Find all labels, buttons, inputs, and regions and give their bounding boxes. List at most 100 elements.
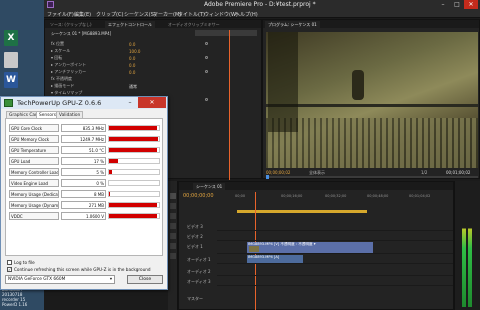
sensor-value: 17 % xyxy=(61,157,106,165)
title-bar: Adobe Premiere Pro - D:¥test.prproj * – … xyxy=(44,0,480,9)
menu-clip[interactable]: クリップ(C) xyxy=(96,11,123,18)
menu-file[interactable]: ファイル(F) xyxy=(47,11,74,18)
sensor-label[interactable]: Memory Usage (Dynamic) xyxy=(9,201,59,209)
sensor-graph xyxy=(108,136,160,142)
track-header-video-1[interactable]: ビデオ 1 xyxy=(179,242,217,254)
effect-value[interactable]: 通常 xyxy=(129,84,137,90)
audio-meter-left xyxy=(462,209,466,307)
video-frame xyxy=(266,32,478,168)
pen-tool-icon[interactable] xyxy=(170,243,176,249)
sensor-graph xyxy=(108,202,160,208)
track-header-master[interactable]: マスター xyxy=(179,294,217,303)
effect-value[interactable]: 100.0 xyxy=(129,49,140,54)
effect-value[interactable]: 0.0 xyxy=(129,42,135,47)
gpuz-title-bar[interactable]: TechPowerUp GPU-Z 0.6.6 – ✕ xyxy=(1,97,167,109)
sensor-label[interactable]: Memory Usage (Dedicated) xyxy=(9,190,59,198)
excel-icon[interactable]: X xyxy=(4,30,18,46)
effect-value[interactable]: 0.0 xyxy=(129,63,135,68)
log-to-file-checkbox[interactable] xyxy=(7,260,12,265)
maximize-button[interactable]: □ xyxy=(450,0,464,9)
menu-help[interactable]: ヘルプ(H) xyxy=(235,11,258,18)
tab-source[interactable]: ソース: (クリップなし) xyxy=(47,21,95,28)
tab-audio-mixer[interactable]: オーディオクリップミキサー xyxy=(165,21,223,28)
sensor-label[interactable]: GPU Core Clock xyxy=(9,124,59,132)
track-audio-3[interactable] xyxy=(217,277,453,286)
file-icon[interactable] xyxy=(4,52,18,68)
hand-tool-icon[interactable] xyxy=(170,253,176,259)
resolution-select[interactable]: 1/2 xyxy=(421,170,427,175)
selection-tool-icon[interactable] xyxy=(170,193,176,199)
sensor-graph xyxy=(108,125,160,131)
playhead[interactable] xyxy=(266,175,269,179)
effect-row: ▾ 回転 xyxy=(51,55,63,60)
continue-refresh-checkbox[interactable]: ✓ xyxy=(7,267,12,272)
program-tabs: プログラム: シーケンス 01 xyxy=(263,20,479,28)
gpuz-title: TechPowerUp GPU-Z 0.6.6 xyxy=(17,99,102,107)
track-video-3[interactable] xyxy=(217,222,453,231)
effect-value[interactable]: 0.0 xyxy=(129,56,135,61)
keyframe-icon[interactable] xyxy=(205,98,208,101)
app-title: Adobe Premiere Pro - D:¥test.prproj * xyxy=(204,1,316,8)
menu-marker[interactable]: マーカー(M) xyxy=(153,11,181,18)
audio-clip[interactable]: IMG8893.MP4 [A] xyxy=(247,255,303,263)
menu-sequence[interactable]: シーケンス(S) xyxy=(124,11,156,18)
gpuz-close-x-button[interactable]: ✕ xyxy=(138,97,166,108)
menu-window[interactable]: ウィンドウ(W) xyxy=(204,11,238,18)
keyframe-icon[interactable] xyxy=(205,56,208,59)
program-timecode[interactable]: 00;00;00;02 xyxy=(266,170,290,175)
sensor-row: Memory Usage (Dynamic) 271 MB xyxy=(9,201,161,210)
ripple-edit-tool-icon[interactable] xyxy=(170,213,176,219)
gpuz-close-button[interactable]: Close xyxy=(127,275,163,284)
track-video-2[interactable] xyxy=(217,232,453,241)
track-audio-1[interactable]: IMG8893.MP4 [A] xyxy=(217,255,453,264)
ruler-tick: 00;00;16;00 xyxy=(281,194,303,198)
gpuz-window: TechPowerUp GPU-Z 0.6.6 – ✕ Graphics Car… xyxy=(0,96,168,290)
effect-row: fx 不透明度 xyxy=(51,76,73,81)
sensor-label[interactable]: GPU Load xyxy=(9,157,59,165)
track-video-1[interactable]: IMG8893.MP4 [V] 不透明度 : 不透明度 ▾ xyxy=(217,242,453,254)
playhead[interactable] xyxy=(229,30,230,180)
sensor-label[interactable]: VDDC xyxy=(9,212,59,220)
tab-effect-controls[interactable]: エフェクトコントロール xyxy=(105,21,155,28)
track-header-audio-3[interactable]: オーディオ 3 xyxy=(179,277,217,286)
sensor-graph xyxy=(108,158,160,164)
effect-controls-tabs: ソース: (クリップなし) エフェクトコントロール オーディオクリップミキサー xyxy=(45,20,261,28)
tab-program[interactable]: プログラム: シーケンス 01 xyxy=(265,21,320,28)
effect-row: ▸ 描画モード xyxy=(51,83,75,88)
sensor-label[interactable]: Video Engine Load xyxy=(9,179,59,187)
track-header-video-2[interactable]: ビデオ 2 xyxy=(179,232,217,241)
scrubber[interactable] xyxy=(266,175,478,179)
sensor-value: 5 % xyxy=(61,168,106,176)
track-header-audio-2[interactable]: オーディオ 2 xyxy=(179,267,217,276)
continue-refresh-label: Continue refreshing this screen while GP… xyxy=(14,267,151,272)
keyframe-icon[interactable] xyxy=(205,42,208,45)
gpu-select[interactable]: NVIDIA GeForce GTX 660M ▾ xyxy=(5,275,115,284)
work-area-bar[interactable] xyxy=(237,210,367,213)
timeline-timecode[interactable]: 00;00;00;00 xyxy=(183,193,214,199)
menu-title[interactable]: タイトル(T) xyxy=(178,11,205,18)
tab-sequence[interactable]: シーケンス 01 xyxy=(193,183,226,190)
razor-tool-icon[interactable] xyxy=(170,223,176,229)
gpuz-minimize-button[interactable]: – xyxy=(123,97,137,108)
track-header-video-3[interactable]: ビデオ 3 xyxy=(179,222,217,231)
video-clip[interactable]: IMG8893.MP4 [V] 不透明度 : 不透明度 ▾ xyxy=(247,242,373,253)
sensor-row: GPU Core Clock 835.3 MHz xyxy=(9,124,161,133)
close-button[interactable]: ✕ xyxy=(464,0,478,9)
timeline-tabs: シーケンス 01 xyxy=(179,182,453,190)
slip-tool-icon[interactable] xyxy=(170,233,176,239)
sensor-label[interactable]: GPU Temperature xyxy=(9,146,59,154)
word-icon[interactable]: W xyxy=(4,72,18,88)
minimize-button[interactable]: – xyxy=(436,0,450,9)
sensor-graph xyxy=(108,169,160,175)
keyframe-icon[interactable] xyxy=(205,70,208,73)
menu-edit[interactable]: 編集(E) xyxy=(74,11,91,18)
sensor-label[interactable]: Memory Controller Load xyxy=(9,168,59,176)
effect-value[interactable]: 0.0 xyxy=(129,70,135,75)
sensor-row: GPU Memory Clock 1249.7 MHz xyxy=(9,135,161,144)
clip-thumbnail xyxy=(249,246,259,252)
track-header-audio-1[interactable]: オーディオ 1 xyxy=(179,255,217,264)
sensor-label[interactable]: GPU Memory Clock xyxy=(9,135,59,143)
time-ruler[interactable]: 00;00 00;00;16;00 00;00;32;00 00;00;48;0… xyxy=(231,194,453,200)
track-audio-2[interactable] xyxy=(217,267,453,276)
track-select-tool-icon[interactable] xyxy=(170,203,176,209)
